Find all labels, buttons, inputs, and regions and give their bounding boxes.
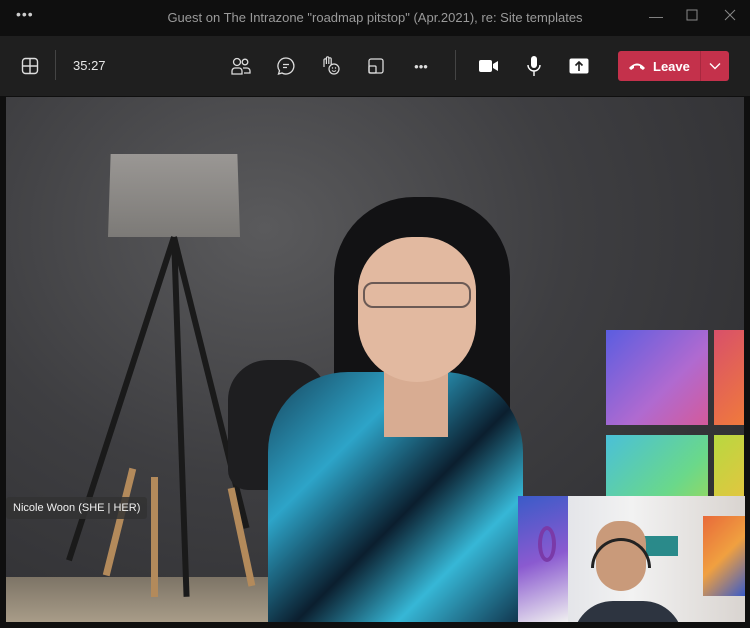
camera-icon[interactable] [477,54,501,78]
leave-button[interactable]: Leave [618,51,700,81]
glasses [363,282,471,308]
raise-hand-react-icon[interactable] [319,54,343,78]
leave-button-group: Leave [618,51,729,81]
self-view-video[interactable] [518,496,745,622]
rooms-icon[interactable] [364,54,388,78]
share-icon[interactable] [567,54,591,78]
participant-name-tag: Nicole Woon (SHE | HER) [6,497,148,519]
meeting-timer: 35:27 [73,58,106,73]
lamp-shade [108,154,240,237]
minimize-icon[interactable]: — [646,8,666,28]
meeting-toolbar: 35:27 ••• Leave [0,36,750,96]
maximize-icon[interactable] [682,8,702,28]
window-logo [714,330,744,425]
chat-icon[interactable] [274,54,298,78]
participants-icon[interactable] [229,54,253,78]
window-logo [606,330,708,425]
window-title: Guest on The Intrazone "roadmap pitstop"… [167,10,583,25]
leave-label: Leave [653,58,690,74]
mic-icon[interactable] [522,54,546,78]
participant-face [358,237,476,382]
title-bar: ••• Guest on The Intrazone "roadmap pits… [0,0,750,36]
divider [455,50,456,80]
chevron-down-icon[interactable] [701,62,729,70]
layout-grid-icon[interactable] [18,54,42,78]
close-icon[interactable] [720,8,740,28]
more-icon[interactable]: ••• [409,54,433,78]
hangup-icon [629,63,645,70]
divider [55,50,56,80]
